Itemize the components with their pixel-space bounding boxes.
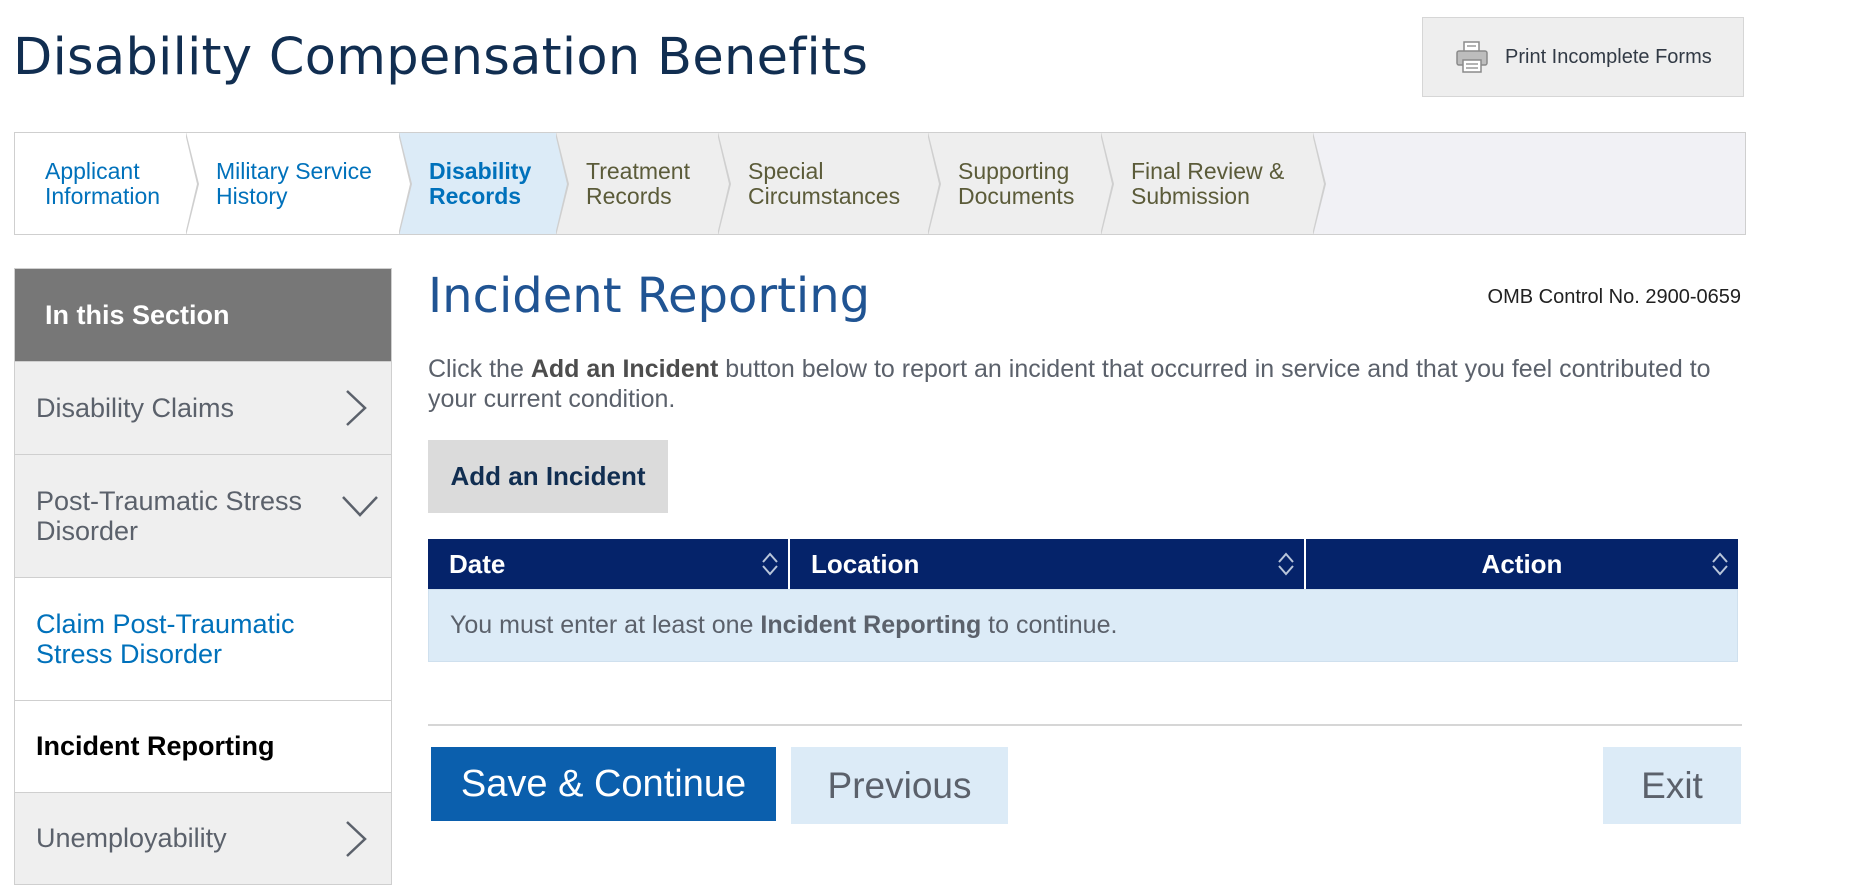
step-disability-records[interactable]: Disability Records — [399, 133, 569, 234]
column-header-date[interactable]: Date — [428, 539, 790, 589]
chevron-right-icon — [346, 390, 367, 426]
step-label-line1: Military Service — [216, 158, 372, 185]
sidebar-item-incident-reporting[interactable]: Incident Reporting — [15, 700, 391, 792]
sidebar-item-label: Unemployability — [36, 823, 227, 853]
section-sidebar: In this Section Disability Claims Post-T… — [14, 268, 392, 885]
sidebar-item-label-line2: Stress Disorder — [36, 639, 223, 669]
column-header-label: Action — [1481, 548, 1563, 579]
chevron-down-icon — [342, 496, 378, 517]
previous-button[interactable]: Previous — [791, 747, 1008, 824]
table-empty-message: You must enter at least one Incident Rep… — [428, 589, 1738, 662]
sort-icon — [1712, 552, 1728, 576]
exit-button[interactable]: Exit — [1603, 747, 1741, 824]
sidebar-item-post-traumatic-stress-disorder[interactable]: Post-Traumatic Stress Disorder — [15, 454, 391, 577]
save-continue-button[interactable]: Save & Continue — [431, 747, 776, 821]
print-button-label: Print Incomplete Forms — [1505, 45, 1712, 68]
step-label-line1: Supporting — [958, 158, 1070, 185]
column-header-label: Location — [811, 548, 920, 579]
table-header: Date Location Action — [428, 539, 1738, 589]
instructions-text: Click the Add an Incident button below t… — [428, 354, 1748, 414]
step-applicant-information[interactable]: Applicant Information — [15, 133, 199, 234]
step-label-line1: Special — [748, 158, 824, 185]
print-incomplete-forms-button[interactable]: Print Incomplete Forms — [1422, 17, 1744, 97]
step-special-circumstances[interactable]: Special Circumstances — [718, 133, 941, 234]
sidebar-item-disability-claims[interactable]: Disability Claims — [15, 361, 391, 454]
sidebar-item-label: Disability Claims — [36, 392, 235, 423]
footer-divider — [428, 724, 1742, 726]
column-header-location[interactable]: Location — [790, 539, 1306, 589]
instructions-pre: Click the — [428, 355, 531, 383]
printer-icon — [1456, 41, 1488, 73]
step-label-line2: Documents — [958, 182, 1075, 209]
chevron-right-icon — [346, 820, 367, 857]
step-label-line2: History — [216, 182, 288, 209]
step-treatment-records[interactable]: Treatment Records — [556, 133, 731, 234]
instructions-bold: Add an Incident — [530, 355, 719, 383]
step-label-line1: Treatment — [586, 158, 690, 185]
step-military-service-history[interactable]: Military Service History — [186, 133, 412, 234]
form-progress-bar: Applicant Information Military Service His… — [14, 132, 1746, 235]
add-incident-button[interactable]: Add an Incident — [428, 440, 668, 513]
step-label-line2: Circumstances — [748, 182, 901, 209]
page-title: Disability Compensation Benefits — [13, 28, 869, 87]
sidebar-item-label-line2: Disorder — [36, 516, 139, 546]
empty-message-post: to continue. — [981, 611, 1118, 639]
step-label-line1: Applicant — [45, 158, 140, 185]
empty-message-pre: You must enter at least one — [450, 611, 761, 639]
section-title: Incident Reporting — [428, 268, 871, 324]
column-header-action[interactable]: Action — [1306, 539, 1738, 589]
step-supporting-documents[interactable]: Supporting Documents — [928, 133, 1114, 234]
step-label-line2: Submission — [1131, 182, 1250, 209]
step-label-line2: Records — [586, 182, 672, 209]
step-label-line2: Information — [45, 182, 161, 209]
sidebar-item-claim-ptsd[interactable]: Claim Post-Traumatic Stress Disorder — [15, 577, 391, 700]
step-label-line1: Disability — [429, 158, 532, 185]
step-label-line1: Final Review & — [1131, 158, 1285, 185]
sidebar-item-unemployability[interactable]: Unemployability — [15, 792, 391, 884]
step-final-review-submission[interactable]: Final Review & Submission — [1101, 133, 1326, 234]
step-label-line2: Records — [429, 182, 522, 209]
incident-table: Date Location Action You must enter at l… — [428, 539, 1738, 662]
empty-message-bold: Incident Reporting — [760, 611, 982, 639]
sort-icon — [1278, 552, 1294, 576]
omb-control-number: OMB Control No. 2900-0659 — [1487, 286, 1741, 308]
sidebar-item-label: Incident Reporting — [36, 731, 275, 761]
sidebar-heading: In this Section — [15, 269, 391, 375]
sort-icon — [762, 552, 778, 576]
column-header-label: Date — [449, 548, 506, 579]
sidebar-item-label-line1: Claim Post-Traumatic — [36, 609, 295, 639]
sidebar-item-label-line1: Post-Traumatic Stress — [36, 486, 303, 516]
